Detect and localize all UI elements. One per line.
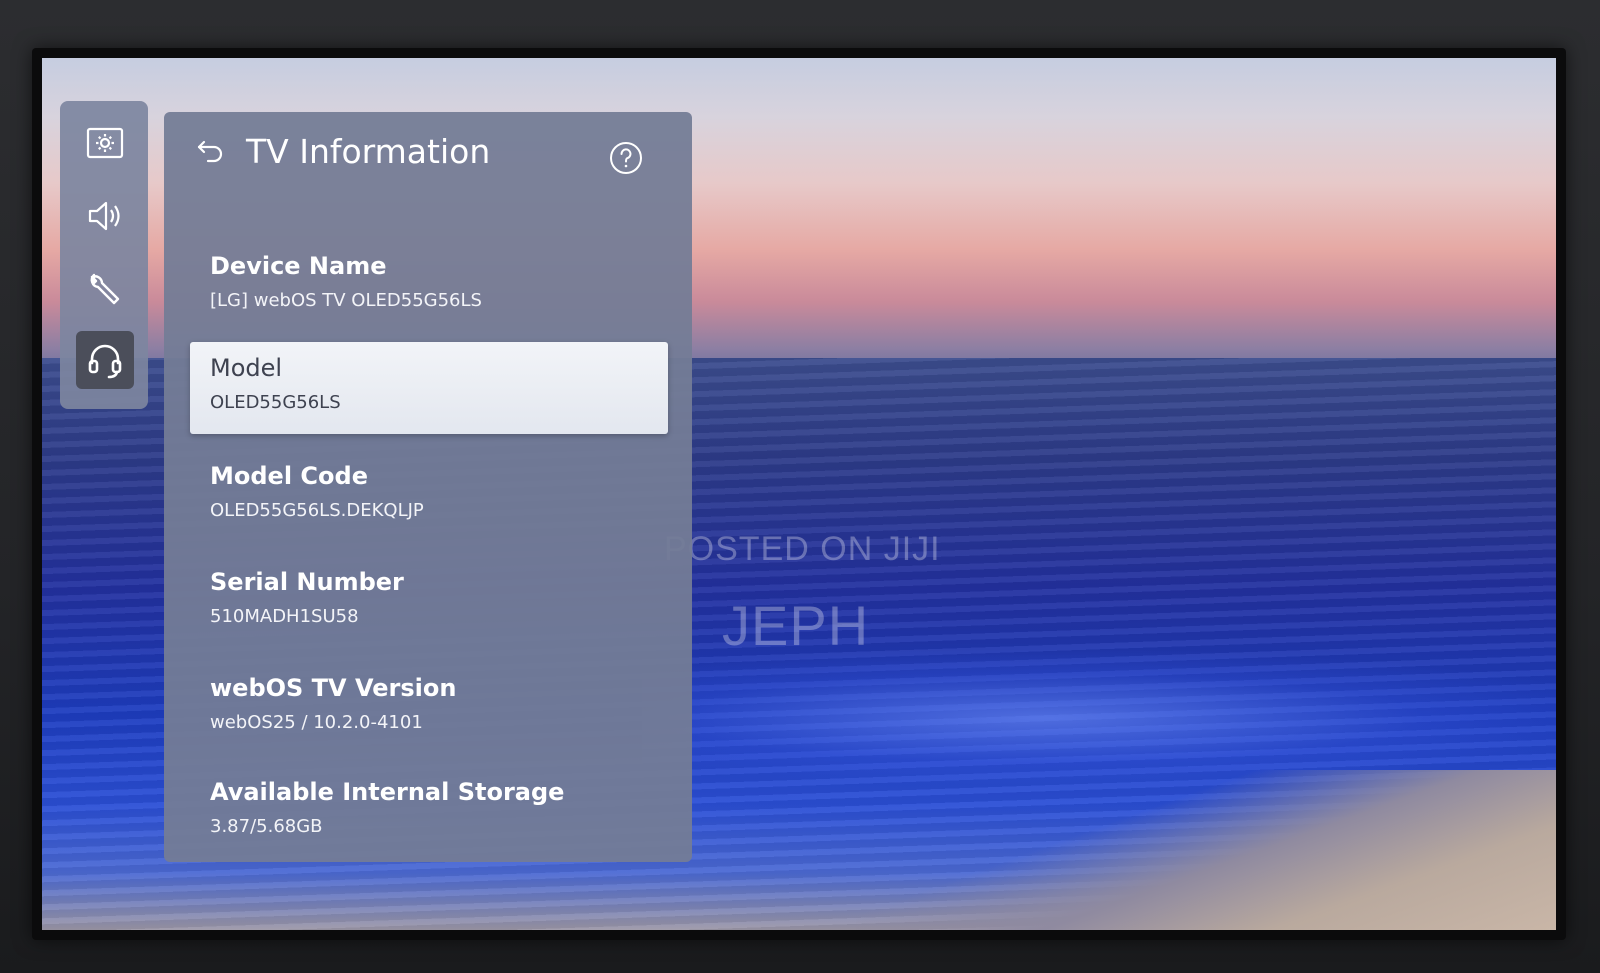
info-item-webos-version[interactable]: webOS TV Version webOS25 / 10.2.0-4101 xyxy=(190,662,668,754)
help-icon[interactable] xyxy=(608,140,644,176)
rail-item-sound[interactable] xyxy=(76,187,134,245)
info-item-model[interactable]: Model OLED55G56LS xyxy=(190,342,668,434)
info-item-internal-storage[interactable]: Available Internal Storage 3.87/5.68GB xyxy=(190,766,668,858)
rail-item-general[interactable] xyxy=(76,259,134,317)
item-label: Serial Number xyxy=(210,568,404,596)
item-label: Available Internal Storage xyxy=(210,778,565,806)
item-label: Model Code xyxy=(210,462,368,490)
rail-item-picture[interactable] xyxy=(76,115,134,173)
tv-information-panel: TV Information Device Name [LG] webOS TV… xyxy=(164,112,692,862)
sound-icon xyxy=(88,201,120,231)
watermark-posted: POSTED ON JIJI xyxy=(664,530,941,568)
item-value: 510MADH1SU58 xyxy=(210,606,359,627)
tv-screen: POSTED ON JIJI JEPH TV Information Devic… xyxy=(42,58,1556,930)
wallpaper-beach xyxy=(856,770,1556,930)
rail-item-support[interactable] xyxy=(76,331,134,389)
info-item-model-code[interactable]: Model Code OLED55G56LS.DEKQLJP xyxy=(190,450,668,542)
wallpaper-foam xyxy=(642,648,1556,788)
item-value: OLED55G56LS.DEKQLJP xyxy=(210,500,424,521)
item-value: webOS25 / 10.2.0-4101 xyxy=(210,712,423,733)
wrench-icon xyxy=(90,273,120,305)
settings-category-rail xyxy=(60,101,148,409)
watermark-name: JEPH xyxy=(722,594,870,657)
back-arrow-icon[interactable] xyxy=(194,134,226,166)
item-value: OLED55G56LS xyxy=(210,392,341,413)
picture-icon xyxy=(86,127,124,159)
panel-header: TV Information xyxy=(164,112,692,202)
info-item-serial-number[interactable]: Serial Number 510MADH1SU58 xyxy=(190,556,668,648)
item-label: Device Name xyxy=(210,252,387,280)
page-title: TV Information xyxy=(246,132,491,171)
headset-icon xyxy=(88,344,122,379)
item-value: 3.87/5.68GB xyxy=(210,816,323,837)
item-label: Model xyxy=(210,354,283,382)
item-value: [LG] webOS TV OLED55G56LS xyxy=(210,290,482,311)
item-label: webOS TV Version xyxy=(210,674,457,702)
info-item-device-name[interactable]: Device Name [LG] webOS TV OLED55G56LS xyxy=(190,240,668,332)
